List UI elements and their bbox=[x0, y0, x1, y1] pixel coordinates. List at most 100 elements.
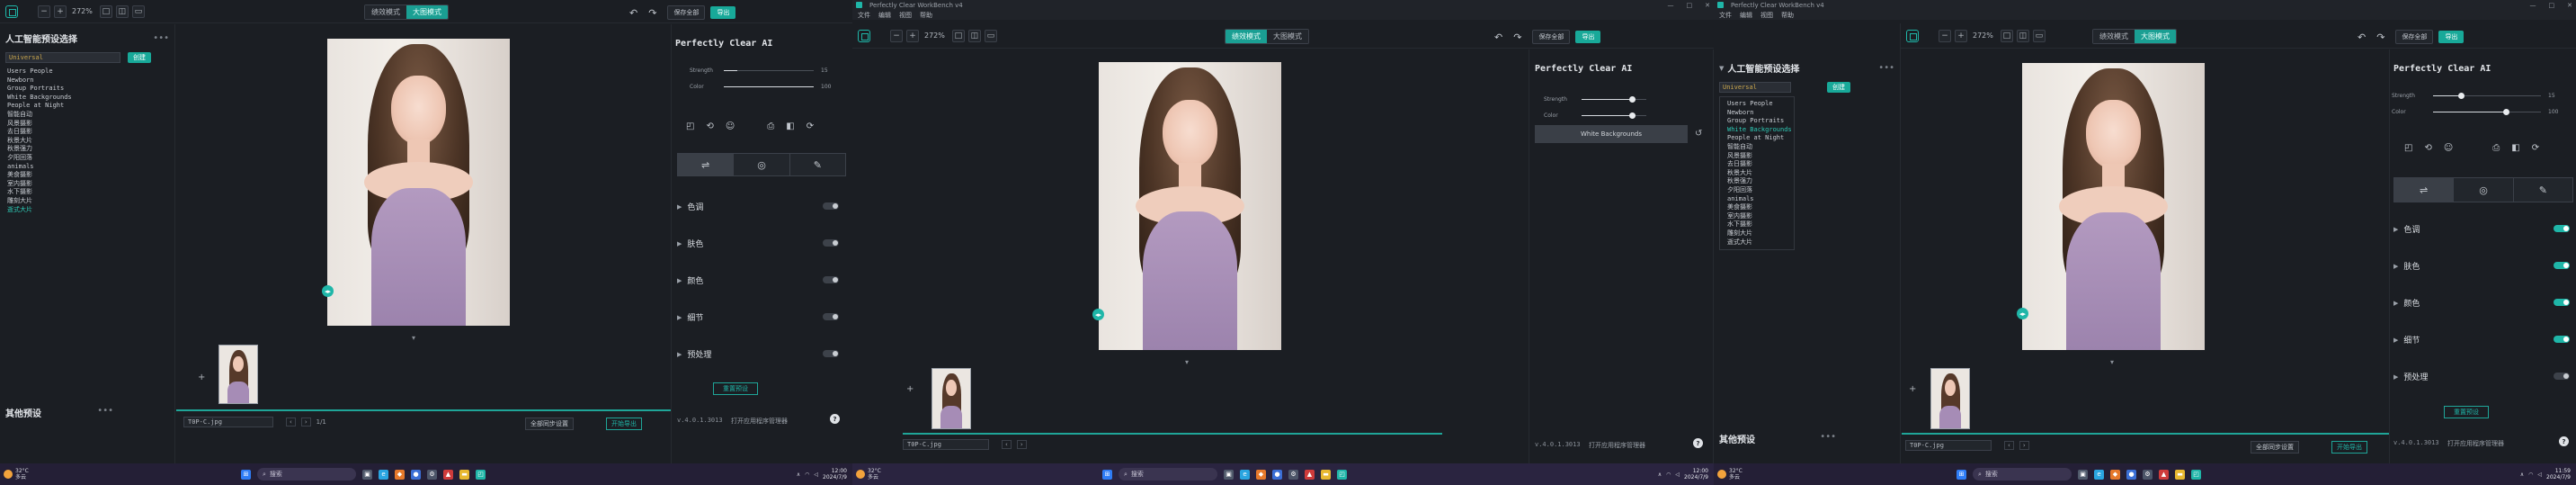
tab-adjust-icon[interactable]: ⇌ bbox=[2394, 178, 2455, 202]
add-image-button[interactable]: + bbox=[1909, 384, 1916, 394]
app-orange-icon[interactable]: ◆ bbox=[1256, 469, 1266, 480]
settings-icon[interactable]: ⚙ bbox=[1288, 469, 1298, 480]
zoom-in-button[interactable]: + bbox=[1955, 29, 1967, 42]
maximize-icon[interactable]: □ bbox=[2549, 2, 2555, 9]
save-all-button[interactable]: 保存全部 bbox=[1532, 30, 1571, 44]
preset-item[interactable]: 室内摄影 bbox=[7, 180, 167, 189]
collapse-strip-icon[interactable]: ▾ bbox=[412, 334, 415, 342]
close-icon[interactable]: ✕ bbox=[2567, 2, 2572, 9]
color-slider[interactable]: Color bbox=[1544, 112, 1653, 119]
preset-select[interactable]: Universal bbox=[1719, 82, 1791, 93]
side-view-icon[interactable]: ▭ bbox=[2032, 29, 2046, 42]
start-icon[interactable]: ⊞ bbox=[241, 469, 251, 480]
taskview-icon[interactable]: ▣ bbox=[2078, 469, 2088, 480]
wifi-icon[interactable]: ◠ bbox=[2528, 472, 2533, 478]
tone-toggle[interactable] bbox=[823, 202, 839, 210]
taskbar-search[interactable]: ⌕ 搜索 bbox=[1119, 468, 1217, 481]
volume-icon[interactable]: ◁ bbox=[2537, 472, 2542, 478]
settings-icon[interactable]: ⚙ bbox=[2143, 469, 2153, 480]
split-view-icon[interactable]: ◫ bbox=[967, 29, 981, 42]
tray-chevron-icon[interactable]: ∧ bbox=[2520, 472, 2524, 478]
taskview-icon[interactable]: ▣ bbox=[362, 469, 372, 480]
sync-all-button[interactable]: 全部同步设置 bbox=[2251, 441, 2299, 454]
help-icon[interactable]: ? bbox=[2559, 436, 2569, 446]
rotate-icon[interactable]: ⟲ bbox=[2424, 143, 2431, 153]
adjust-preprocess[interactable]: ▶ 预处理 bbox=[677, 348, 711, 361]
redo-icon[interactable]: ↷ bbox=[648, 7, 656, 19]
reset-preset-button[interactable]: 重置预设 bbox=[713, 382, 758, 395]
file-select[interactable]: T0P-C.jpg bbox=[1905, 440, 1992, 451]
app-red-icon[interactable]: ▲ bbox=[2159, 469, 2169, 480]
preset-item[interactable]: animals bbox=[7, 163, 167, 172]
preset-item[interactable]: 秋景强力 bbox=[1727, 177, 1787, 186]
preset-item-selected[interactable]: White Backgrounds bbox=[1727, 126, 1792, 135]
image-canvas[interactable]: ◂▸ ▾ + T0P-C.jpg ‹ › 全部同步设置 开始导出 bbox=[1902, 49, 2389, 463]
preset-item[interactable]: animals bbox=[1727, 195, 1787, 204]
image-canvas[interactable]: ◂▸ ▾ + T0P-C.jpg ‹ › bbox=[852, 49, 1529, 463]
preset-item[interactable]: 秋景强力 bbox=[7, 145, 167, 154]
adjust-tone[interactable]: ▶ 色调 bbox=[677, 201, 703, 213]
save-all-button[interactable]: 保存全部 bbox=[2395, 30, 2434, 44]
preset-item[interactable]: People at Night bbox=[7, 102, 167, 111]
face-icon[interactable]: ☺ bbox=[726, 121, 735, 131]
adjust-skin[interactable]: ▶ 肤色 bbox=[2393, 260, 2420, 273]
preset-item[interactable]: Users People bbox=[1727, 100, 1787, 109]
tone-toggle[interactable] bbox=[2554, 225, 2570, 232]
mode-preview-tab[interactable]: 绩效模式 bbox=[365, 5, 406, 19]
open-manager-link[interactable]: 打开应用程序管理器 bbox=[731, 417, 788, 426]
start-icon[interactable]: ⊞ bbox=[1102, 469, 1112, 480]
taskbar-search[interactable]: ⌕ 搜索 bbox=[257, 468, 356, 481]
create-preset-button[interactable]: 创建 bbox=[128, 52, 151, 63]
menu-file[interactable]: 文件 bbox=[858, 11, 870, 20]
color-toggle[interactable] bbox=[823, 276, 839, 283]
prev-page-button[interactable]: ‹ bbox=[1002, 440, 1012, 449]
tray-chevron-icon[interactable]: ∧ bbox=[1658, 472, 1662, 478]
edge-icon[interactable]: e bbox=[2094, 469, 2104, 480]
edge-icon[interactable]: e bbox=[1240, 469, 1250, 480]
clock[interactable]: 11:59 2024/7/9 bbox=[2546, 468, 2571, 481]
preset-item[interactable]: 秋景大片 bbox=[7, 137, 167, 146]
sync-all-button[interactable]: 全部同步设置 bbox=[525, 418, 574, 430]
next-page-button[interactable]: › bbox=[2019, 441, 2029, 450]
preset-item[interactable]: 夕阳回落 bbox=[1727, 186, 1787, 195]
preset-item[interactable]: 智能自动 bbox=[7, 111, 167, 120]
print-icon[interactable]: ⎙ bbox=[767, 121, 774, 131]
add-image-button[interactable]: + bbox=[906, 384, 914, 394]
preset-item[interactable]: People at Night bbox=[1727, 134, 1787, 143]
image-thumbnail[interactable] bbox=[1930, 368, 1970, 429]
strength-slider[interactable]: Strength 15 bbox=[690, 67, 828, 74]
undo-preset-icon[interactable]: ↺ bbox=[1695, 129, 1702, 139]
export-button[interactable]: 导出 bbox=[710, 6, 736, 19]
preset-item[interactable]: White Backgrounds bbox=[7, 94, 167, 103]
next-page-button[interactable]: › bbox=[1016, 440, 1027, 449]
help-icon[interactable]: ? bbox=[830, 414, 840, 424]
clock[interactable]: 12:00 2024/7/9 bbox=[823, 468, 847, 481]
open-manager-link[interactable]: 打开应用程序管理器 bbox=[2447, 439, 2504, 448]
adjust-color[interactable]: ▶ 颜色 bbox=[2393, 297, 2420, 310]
other-presets-menu-icon[interactable]: ••• bbox=[1820, 432, 1836, 442]
app-red-icon[interactable]: ▲ bbox=[1305, 469, 1315, 480]
print-icon[interactable]: ⎙ bbox=[2492, 143, 2500, 153]
app-orange-icon[interactable]: ◆ bbox=[395, 469, 405, 480]
tab-effects-icon[interactable]: ◎ bbox=[2454, 178, 2514, 202]
preset-item[interactable]: 风景摄影 bbox=[1727, 152, 1787, 161]
compare-icon[interactable]: ◧ bbox=[2511, 143, 2519, 153]
compare-handle[interactable]: ◂▸ bbox=[322, 285, 334, 297]
image-thumbnail[interactable] bbox=[931, 368, 971, 429]
start-export-button[interactable]: 开始导出 bbox=[606, 418, 642, 430]
mode-preview-tab[interactable]: 绩效模式 bbox=[1226, 30, 1267, 43]
preset-item-selected[interactable]: 逝式大片 bbox=[7, 206, 167, 215]
preset-item[interactable]: 雕刻大片 bbox=[1727, 229, 1787, 238]
zoom-in-button[interactable]: + bbox=[54, 4, 67, 18]
face-icon[interactable]: ☺ bbox=[2444, 143, 2453, 153]
folder-icon[interactable]: ▬ bbox=[459, 469, 469, 480]
menu-file[interactable]: 文件 bbox=[1719, 11, 1732, 20]
reset-icon[interactable]: ⟳ bbox=[2532, 143, 2539, 153]
side-view-icon[interactable]: ▭ bbox=[984, 29, 997, 42]
file-select[interactable]: T0P-C.jpg bbox=[903, 439, 989, 450]
preset-item[interactable]: 智能自动 bbox=[1727, 143, 1787, 152]
preset-item[interactable]: Users People bbox=[7, 67, 167, 76]
maximize-icon[interactable]: □ bbox=[1687, 2, 1693, 9]
menu-view[interactable]: 视图 bbox=[899, 11, 912, 20]
preset-item[interactable]: 雕刻大片 bbox=[7, 197, 167, 206]
